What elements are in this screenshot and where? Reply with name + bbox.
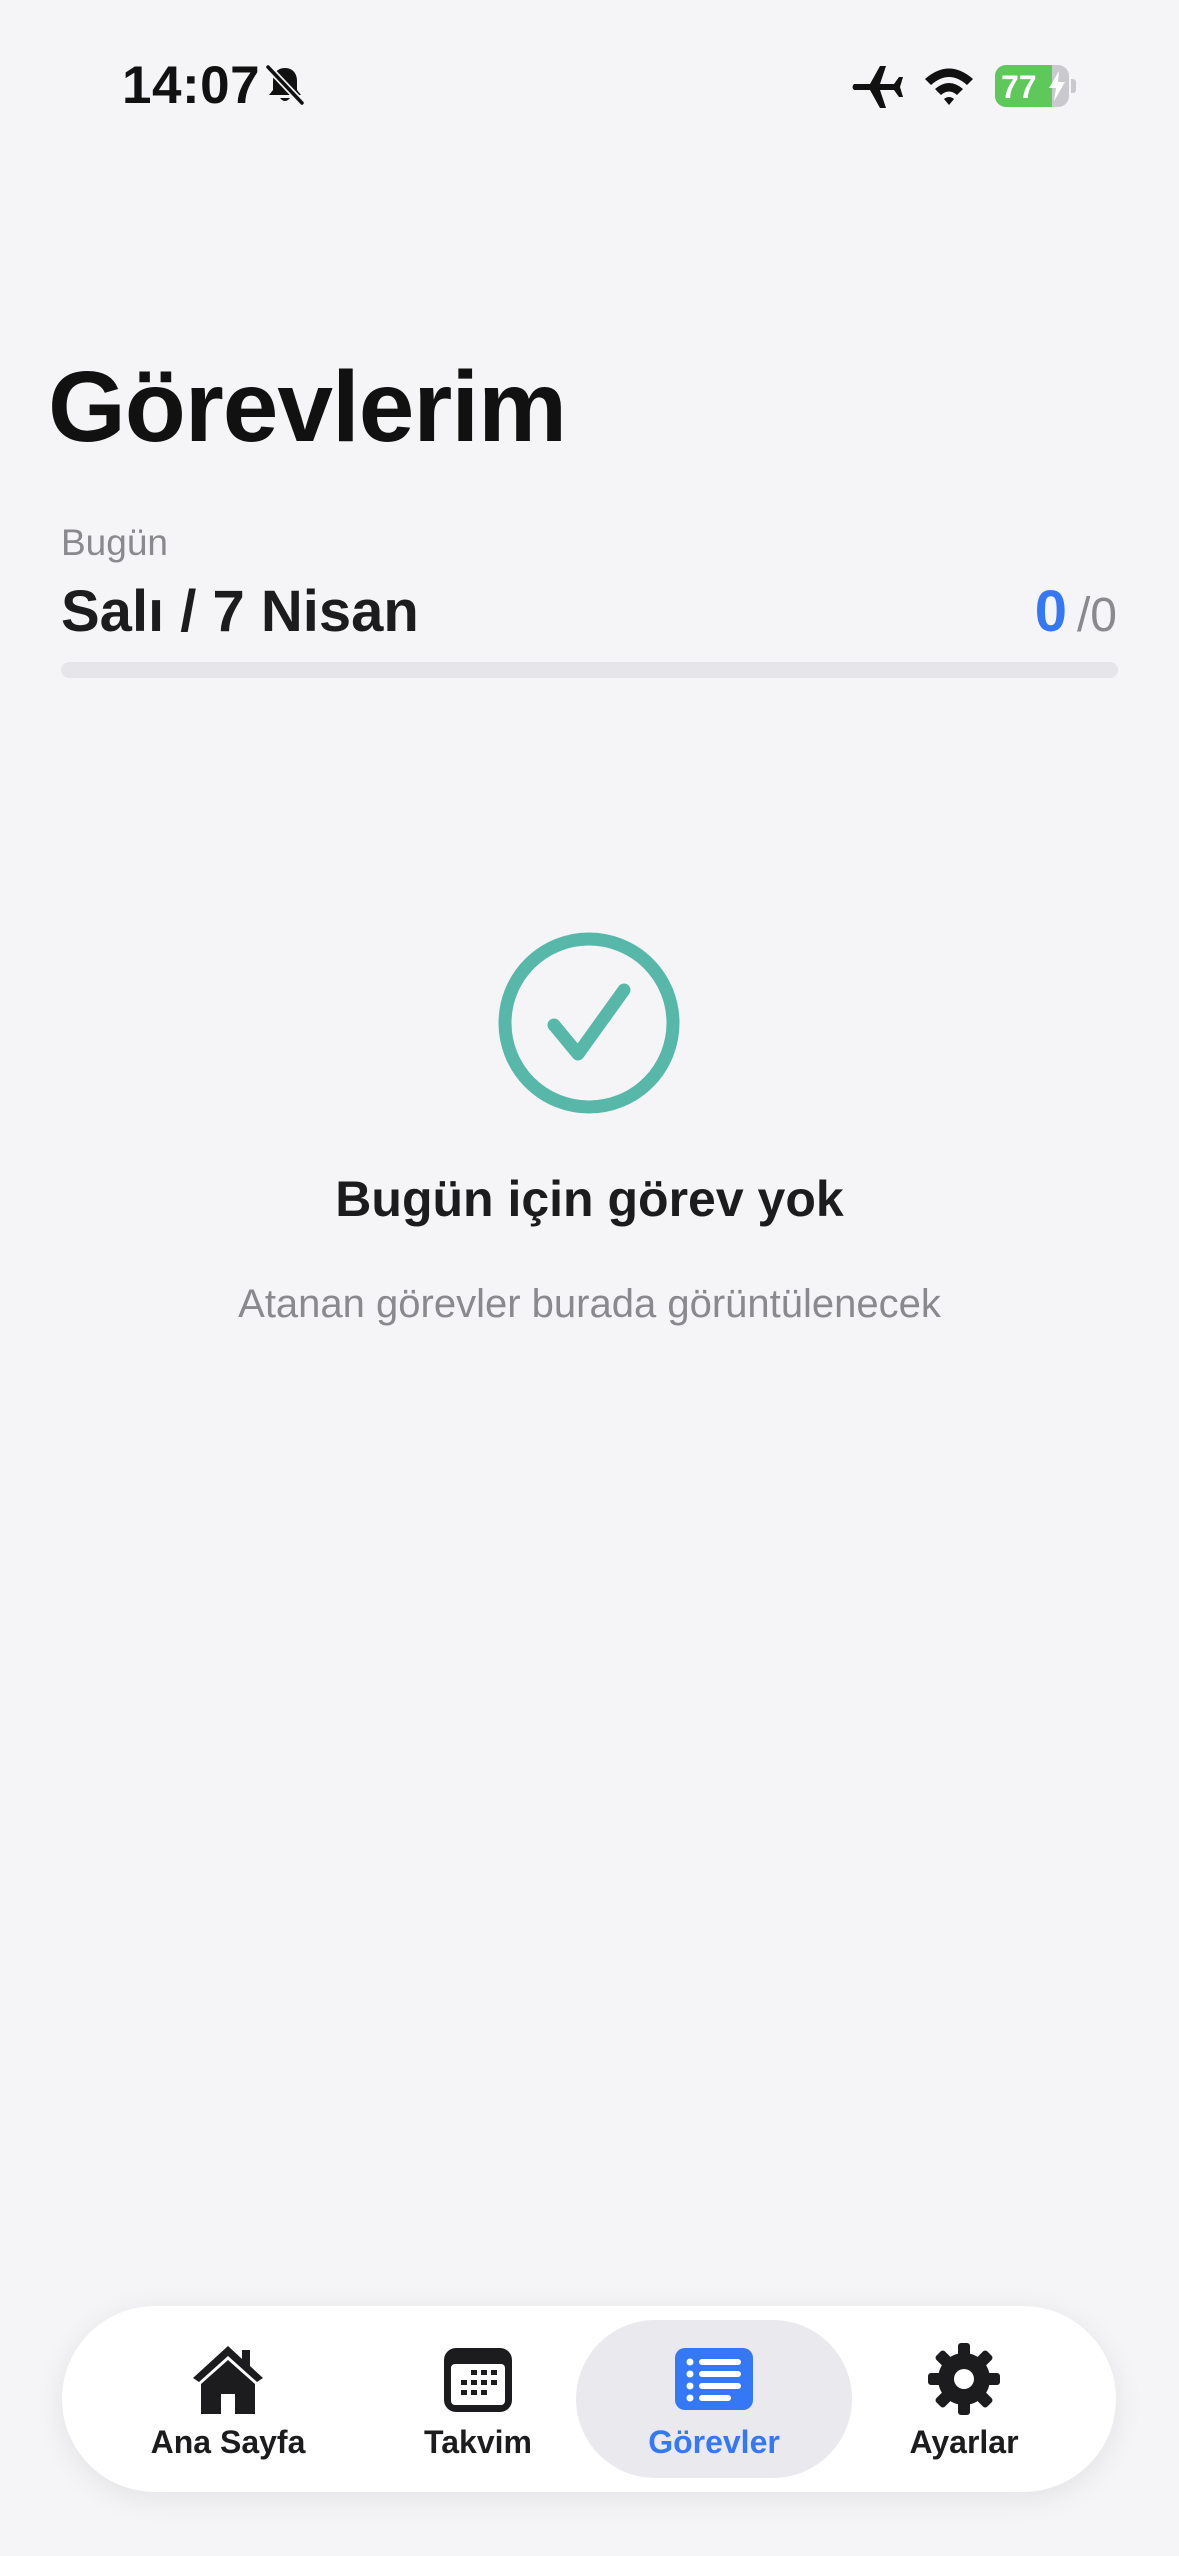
- status-bar: 14:07 77: [0, 0, 1179, 160]
- date-text: Salı / 7 Nisan: [61, 579, 419, 644]
- charging-bolt-icon: [1049, 71, 1065, 101]
- home-icon: [193, 2346, 263, 2414]
- tab-label-home: Ana Sayfa: [150, 2424, 306, 2460]
- progress-bar: [61, 662, 1118, 678]
- tab-home[interactable]: Ana Sayfa: [90, 2320, 366, 2478]
- airplane-icon: [852, 66, 903, 108]
- battery-level-text: 77: [1001, 69, 1037, 105]
- tab-calendar[interactable]: Takvim: [340, 2320, 616, 2478]
- tab-label-settings: Ayarlar: [909, 2424, 1019, 2460]
- wifi-icon: [925, 68, 973, 105]
- check-circle-icon: [498, 932, 680, 1114]
- task-counter: 0/0: [1035, 578, 1117, 645]
- empty-state-title: Bugün için görev yok: [335, 1171, 844, 1227]
- tab-label-calendar: Takvim: [424, 2424, 532, 2460]
- status-time: 14:07: [122, 56, 261, 115]
- tab-settings[interactable]: Ayarlar: [826, 2320, 1102, 2478]
- calendar-icon: [444, 2348, 512, 2412]
- bell-slash-icon: [265, 64, 305, 106]
- list-icon: [675, 2348, 753, 2410]
- tab-label-tasks: Görevler: [648, 2424, 780, 2460]
- today-label: Bugün: [61, 522, 168, 563]
- empty-state-subtitle: Atanan görevler burada görüntülenecek: [238, 1282, 941, 1326]
- tab-bar: Ana Sayfa Takvim Görevler Ayarlar: [62, 2306, 1116, 2492]
- page-title: Görevlerim: [48, 351, 567, 463]
- tasks-done-count: 0: [1034, 579, 1067, 644]
- battery-charging-icon: 77: [995, 65, 1077, 107]
- tasks-total-count: /0: [1076, 589, 1117, 642]
- tab-tasks[interactable]: Görevler: [576, 2320, 852, 2478]
- gear-icon: [928, 2343, 1000, 2415]
